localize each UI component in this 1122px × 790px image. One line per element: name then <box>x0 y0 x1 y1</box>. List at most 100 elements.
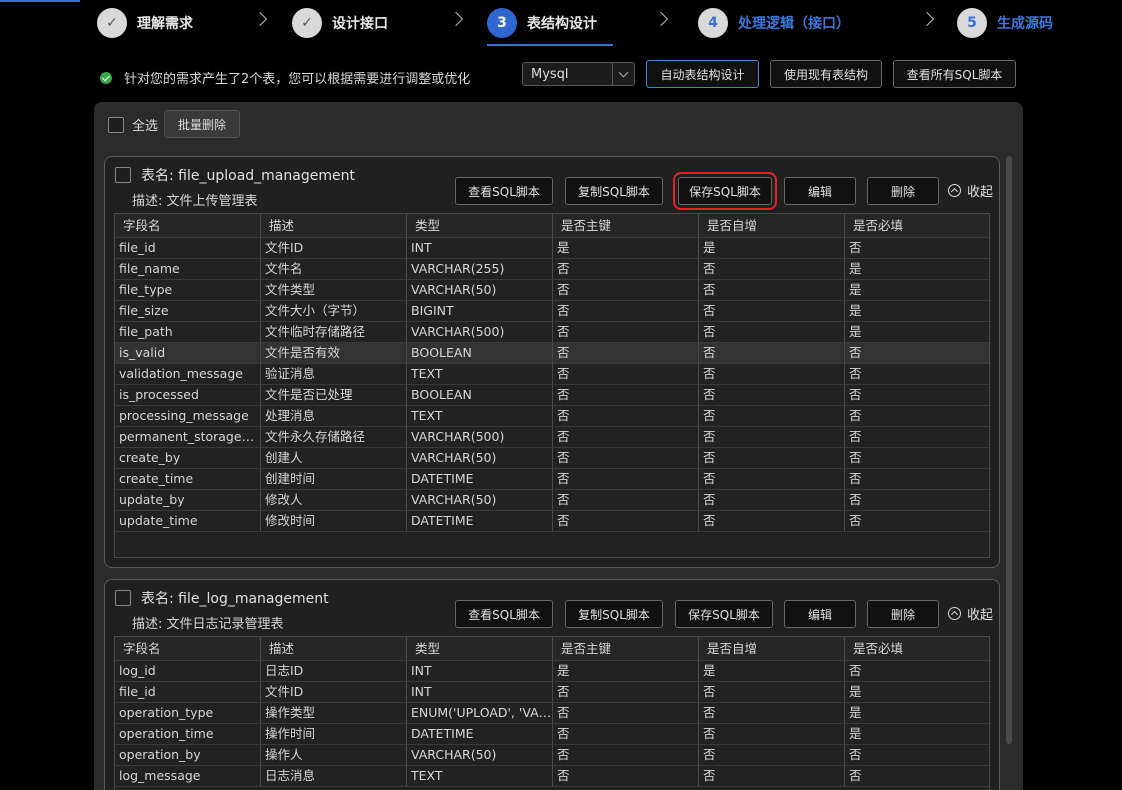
step-4[interactable]: 4 处理逻辑（接口） <box>698 8 850 38</box>
table-row[interactable]: validation_message 验证消息 TEXT 否否否 <box>115 364 991 385</box>
vertical-scrollbar[interactable] <box>1006 156 1012 744</box>
active-step-underline <box>487 44 613 46</box>
table-cell: 否 <box>553 301 699 322</box>
table-row[interactable]: processing_message 处理消息 TEXT 否否否 <box>115 406 991 427</box>
table-cell: 否 <box>699 511 845 532</box>
collapse-toggle[interactable]: 收起 <box>948 181 993 200</box>
table-row[interactable]: file_type 文件类型 VARCHAR(50) 否否是 <box>115 280 991 301</box>
chevron-right-icon <box>252 11 268 27</box>
delete-button[interactable]: 删除 <box>867 600 939 628</box>
select-all[interactable]: 全选 <box>108 115 158 134</box>
table-cell: 否 <box>699 682 845 703</box>
table-cell: processing_message <box>115 406 261 427</box>
copy-sql-button[interactable]: 复制SQL脚本 <box>565 600 663 628</box>
table-cell: 否 <box>845 766 991 787</box>
table-design-panel: 全选 批量删除 表名: file_upload_management 描述: 文… <box>94 102 1023 790</box>
save-sql-button[interactable]: 保存SQL脚本 <box>675 600 773 628</box>
save-sql-button[interactable]: 保存SQL脚本 <box>673 172 777 210</box>
table-row[interactable]: is_valid 文件是否有效 BOOLEAN 否否否 <box>115 343 991 364</box>
table-row[interactable]: permanent_storage_p... 文件永久存储路径 VARCHAR(50… <box>115 427 991 448</box>
notice-text: 针对您的需求产生了2个表，您可以根据需要进行调整或优化 <box>124 72 471 87</box>
select-all-checkbox[interactable] <box>108 116 124 133</box>
table-cell: 否 <box>553 406 699 427</box>
table-row[interactable]: create_by 创建人 VARCHAR(50) 否否否 <box>115 448 991 469</box>
table-cell: 否 <box>553 469 699 490</box>
table-row[interactable]: create_time 创建时间 DATETIME 否否否 <box>115 469 991 490</box>
step-4-label: 处理逻辑（接口） <box>738 16 850 32</box>
table-select-checkbox[interactable] <box>115 167 131 183</box>
column-header: 字段名 <box>115 637 261 661</box>
view-all-sql-button[interactable]: 查看所有SQL脚本 <box>893 60 1016 88</box>
step-5[interactable]: 5 生成源码 <box>957 8 1053 38</box>
table-cell: file_id <box>115 682 261 703</box>
step-3-label: 表结构设计 <box>527 16 597 32</box>
table-cell: 否 <box>845 661 991 682</box>
table-cell: permanent_storage_p... <box>115 427 261 448</box>
collapse-label: 收起 <box>967 608 994 623</box>
table-cell: file_id <box>115 238 261 259</box>
table-cell: 验证消息 <box>261 364 407 385</box>
table-row[interactable]: log_message 日志消息 TEXT 否否否 <box>115 766 991 787</box>
table-cell: 文件类型 <box>261 280 407 301</box>
table-row[interactable]: file_id 文件ID INT 否否是 <box>115 682 991 703</box>
table-cell: create_by <box>115 448 261 469</box>
column-header: 是否主键 <box>553 637 699 661</box>
table-cell: log_message <box>115 766 261 787</box>
top-accent-line <box>0 0 80 2</box>
table-cell: 否 <box>845 469 991 490</box>
auto-design-button[interactable]: 自动表结构设计 <box>646 60 759 88</box>
table-row[interactable]: file_path 文件临时存储路径 VARCHAR(500) 否否是 <box>115 322 991 343</box>
table-cell: 修改时间 <box>261 511 407 532</box>
table-cell: 是 <box>699 238 845 259</box>
table-cell: 否 <box>553 322 699 343</box>
view-sql-button[interactable]: 查看SQL脚本 <box>455 177 553 205</box>
step-2[interactable]: ✓ 设计接口 <box>292 8 388 38</box>
delete-button[interactable]: 删除 <box>867 177 939 205</box>
database-type-select[interactable]: Mysql <box>522 62 635 86</box>
scrollbar-thumb[interactable] <box>1006 156 1012 744</box>
column-header: 是否必填 <box>845 637 991 661</box>
table-cell: create_time <box>115 469 261 490</box>
table-name: 表名: file_upload_management <box>141 168 355 184</box>
table-cell: 否 <box>553 259 699 280</box>
use-existing-table-button[interactable]: 使用现有表结构 <box>770 60 882 88</box>
table-cell: 否 <box>845 511 991 532</box>
edit-button[interactable]: 编辑 <box>784 177 856 205</box>
table-cell: 否 <box>553 745 699 766</box>
step-1-label: 理解需求 <box>137 16 193 32</box>
table-cell: 操作人 <box>261 745 407 766</box>
table-cell: update_by <box>115 490 261 511</box>
table-cell: 文件是否有效 <box>261 343 407 364</box>
table-row[interactable]: operation_time 操作时间 DATETIME 否否是 <box>115 724 991 745</box>
table-cell: TEXT <box>407 364 553 385</box>
table-row[interactable]: log_id 日志ID INT 是是否 <box>115 661 991 682</box>
step-3-number: 3 <box>487 8 517 38</box>
table-cell: BOOLEAN <box>407 385 553 406</box>
table-row[interactable]: file_size 文件大小（字节） BIGINT 否否是 <box>115 301 991 322</box>
table-row[interactable]: is_processed 文件是否已处理 BOOLEAN 否否否 <box>115 385 991 406</box>
table-row[interactable]: operation_by 操作人 VARCHAR(50) 否否否 <box>115 745 991 766</box>
table-row[interactable]: operation_type 操作类型 ENUM('UPLOAD', 'VAL...… <box>115 703 991 724</box>
table-cell: 是 <box>845 724 991 745</box>
copy-sql-button[interactable]: 复制SQL脚本 <box>565 177 663 205</box>
table-select-checkbox[interactable] <box>115 590 131 606</box>
table-cell: 是 <box>553 238 699 259</box>
table-row[interactable]: file_id 文件ID INT 是是否 <box>115 238 991 259</box>
table-cell: 否 <box>699 322 845 343</box>
table-cell: 操作类型 <box>261 703 407 724</box>
view-sql-button[interactable]: 查看SQL脚本 <box>455 600 553 628</box>
table-cell: 否 <box>699 469 845 490</box>
table-row[interactable]: update_time 修改时间 DATETIME 否否否 <box>115 511 991 532</box>
table-row[interactable]: file_name 文件名 VARCHAR(255) 否否是 <box>115 259 991 280</box>
bulk-delete-button[interactable]: 批量删除 <box>164 110 240 138</box>
step-3[interactable]: 3 表结构设计 <box>487 8 597 38</box>
step-1[interactable]: ✓ 理解需求 <box>97 8 193 38</box>
table-row[interactable]: update_by 修改人 VARCHAR(50) 否否否 <box>115 490 991 511</box>
collapse-toggle[interactable]: 收起 <box>948 604 993 623</box>
step-5-label: 生成源码 <box>997 16 1053 32</box>
table-cell: 是 <box>845 301 991 322</box>
collapse-label: 收起 <box>967 185 994 200</box>
table-cell: is_valid <box>115 343 261 364</box>
edit-button[interactable]: 编辑 <box>784 600 856 628</box>
table-cell: 否 <box>699 724 845 745</box>
